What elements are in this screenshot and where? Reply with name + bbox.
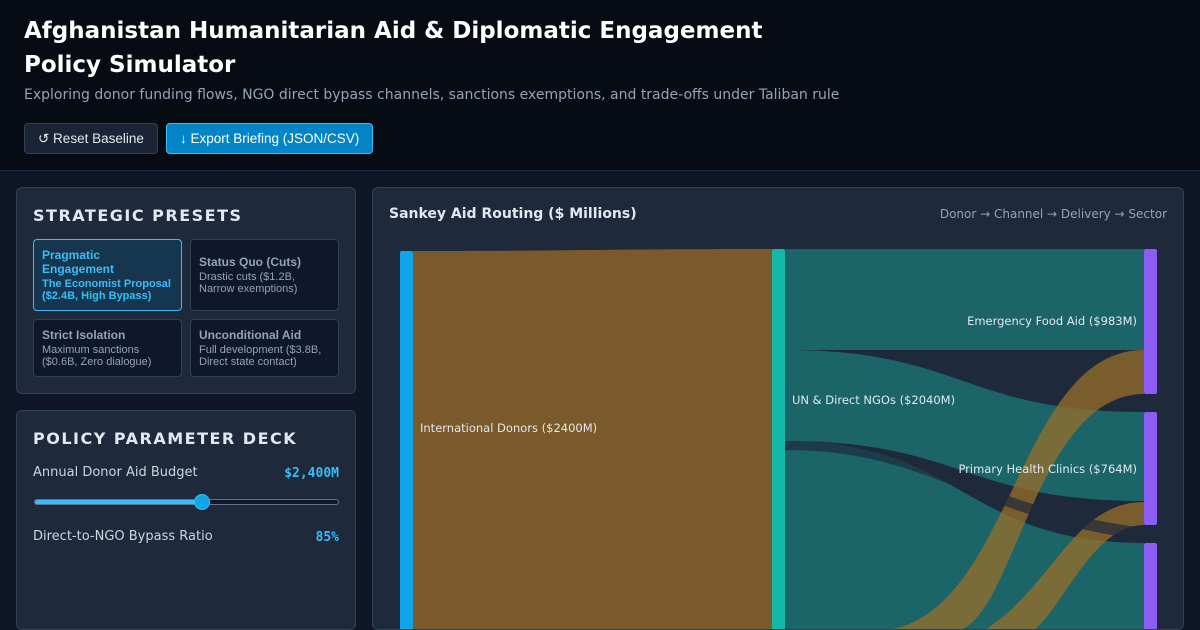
budget-value: $2,400M xyxy=(284,466,339,481)
presets-heading: STRATEGIC PRESETS xyxy=(33,206,243,225)
budget-label: Annual Donor Aid Budget xyxy=(33,465,198,480)
sankey-node-food[interactable] xyxy=(1144,249,1157,394)
preset-description: Drastic cuts ($1.2B, Narrow exemptions) xyxy=(199,271,298,295)
preset-description: The Economist Proposal ($2.4B, High Bypa… xyxy=(42,278,171,302)
sankey-node-channel[interactable] xyxy=(772,249,785,630)
params-heading: POLICY PARAMETER DECK xyxy=(33,429,298,448)
sankey-diagram: International Donors ($2400M) UN & Direc… xyxy=(400,249,1157,630)
preset-title: Pragmatic Engagement xyxy=(42,248,115,276)
preset-pragmatic-engagement[interactable]: Pragmatic Engagement The Economist Propo… xyxy=(33,239,182,311)
sankey-node-other[interactable] xyxy=(1144,543,1157,630)
bypass-label: Direct-to-NGO Bypass Ratio xyxy=(33,529,213,544)
preset-status-quo[interactable]: Status Quo (Cuts) Drastic cuts ($1.2B, N… xyxy=(190,239,339,311)
export-briefing-button[interactable]: ↓ Export Briefing (JSON/CSV) xyxy=(166,123,374,154)
app-header: Afghanistan Humanitarian Aid & Diplomati… xyxy=(0,0,1200,171)
page-title: Afghanistan Humanitarian Aid & Diplomati… xyxy=(24,18,763,78)
sankey-node-donors[interactable] xyxy=(400,251,413,630)
preset-title: Unconditional Aid xyxy=(199,328,302,342)
budget-slider[interactable] xyxy=(34,494,339,510)
sankey-flow-legend: Donor → Channel → Delivery → Sector xyxy=(939,207,1167,221)
preset-title: Status Quo (Cuts) xyxy=(199,255,301,269)
sankey-link-channel-to-food xyxy=(785,249,1144,350)
sankey-link-donors-to-channel xyxy=(413,249,772,629)
preset-description: Full development ($3.8B, Direct state co… xyxy=(199,344,322,368)
strategic-presets-panel: STRATEGIC PRESETS Pragmatic Engagement T… xyxy=(16,187,356,394)
reset-baseline-button[interactable]: ↺ Reset Baseline xyxy=(24,123,158,154)
bypass-value: 85% xyxy=(315,530,339,545)
preset-strict-isolation[interactable]: Strict Isolation Maximum sanctions ($0.6… xyxy=(33,319,182,377)
policy-parameter-panel: POLICY PARAMETER DECK Annual Donor Aid B… xyxy=(16,410,356,630)
budget-slider-fill xyxy=(35,500,202,504)
budget-slider-thumb[interactable] xyxy=(193,494,210,510)
sankey-panel: International Donors ($2400M) UN & Direc… xyxy=(372,187,1184,630)
sankey-label-channel: UN & Direct NGOs ($2040M) xyxy=(792,393,955,407)
preset-title: Strict Isolation xyxy=(42,328,126,342)
sankey-label-donors: International Donors ($2400M) xyxy=(420,421,597,435)
preset-description: Maximum sanctions ($0.6B, Zero dialogue) xyxy=(42,344,152,368)
sankey-node-health[interactable] xyxy=(1144,412,1157,525)
sankey-label-food: Emergency Food Aid ($983M) xyxy=(967,314,1137,328)
page-subtitle: Exploring donor funding flows, NGO direc… xyxy=(24,87,840,103)
sankey-title: Sankey Aid Routing ($ Millions) xyxy=(389,206,637,222)
sankey-label-health: Primary Health Clinics ($764M) xyxy=(958,462,1137,476)
preset-unconditional-aid[interactable]: Unconditional Aid Full development ($3.8… xyxy=(190,319,339,377)
